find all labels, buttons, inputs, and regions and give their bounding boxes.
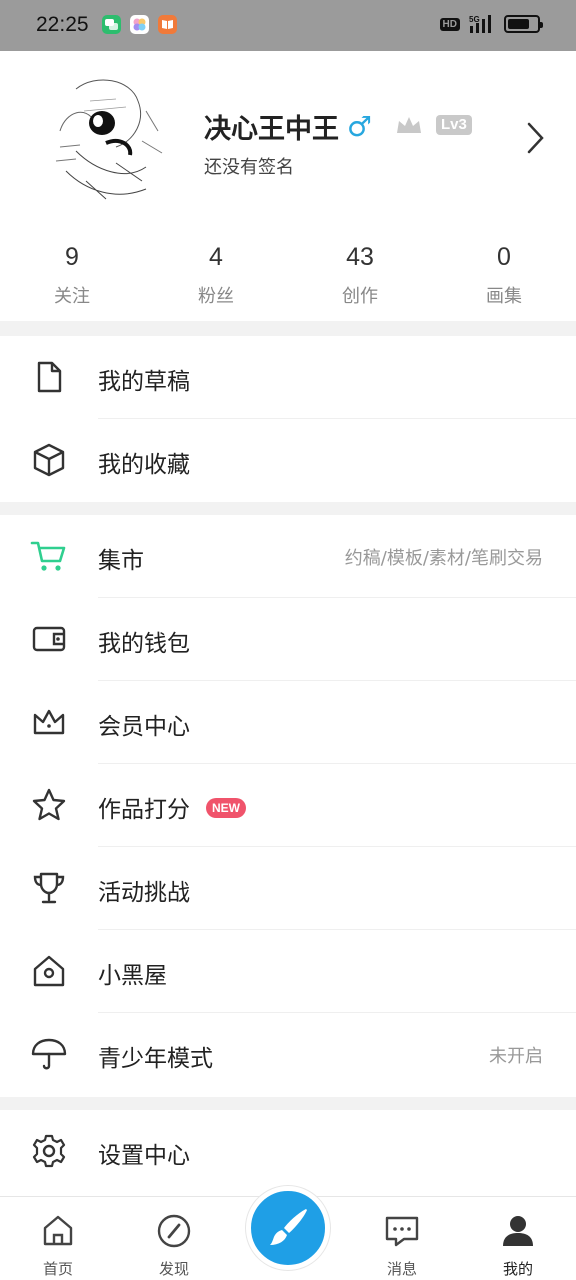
menu-label: 集市 bbox=[98, 548, 144, 574]
tab-label: 发现 bbox=[158, 1260, 189, 1278]
signature: 还没有签名 bbox=[204, 157, 294, 178]
status-right-group: HD 5G bbox=[439, 14, 543, 34]
menu-item-wallet[interactable]: 我的钱包 bbox=[0, 598, 576, 681]
avatar[interactable] bbox=[46, 71, 166, 207]
chat-app-icon bbox=[102, 15, 121, 34]
stat-value: 4 bbox=[209, 243, 223, 271]
stat-following[interactable]: 9 关注 bbox=[0, 243, 144, 308]
message-icon bbox=[385, 1216, 419, 1247]
user-icon bbox=[503, 1216, 533, 1246]
stat-value: 9 bbox=[65, 243, 79, 271]
profile-card[interactable]: 决心王中王 ♂ Lv3 还没有签名 9 关注 4 粉丝 43 创作 0 画集 bbox=[0, 51, 576, 321]
status-time: 22:25 bbox=[36, 13, 89, 36]
menu-label: 作品打分 bbox=[98, 797, 190, 823]
stat-works[interactable]: 43 创作 bbox=[288, 243, 432, 308]
menu-item-favorites[interactable]: 我的收藏 bbox=[0, 419, 576, 502]
stat-label: 画集 bbox=[486, 286, 522, 307]
menu-label: 青少年模式 bbox=[98, 1046, 213, 1072]
menu-item-membership[interactable]: 会员中心 bbox=[0, 681, 576, 764]
menu-item-challenges[interactable]: 活动挑战 bbox=[0, 847, 576, 930]
tab-home[interactable]: 首页 bbox=[18, 1213, 98, 1279]
tab-discover[interactable]: 发现 bbox=[134, 1213, 214, 1279]
menu-group-settings: 设置中心 bbox=[0, 1110, 576, 1196]
menu-item-market[interactable]: 集市 约稿/模板/素材/笔刷交易 bbox=[0, 515, 576, 598]
network-label: 5G bbox=[469, 15, 480, 24]
tab-messages[interactable]: 消息 bbox=[362, 1213, 442, 1279]
gear-icon bbox=[32, 1134, 66, 1168]
tab-me[interactable]: 我的 bbox=[478, 1213, 558, 1279]
username: 决心王中王 ♂ bbox=[204, 107, 372, 146]
brush-icon bbox=[270, 1209, 307, 1245]
home-icon bbox=[43, 1215, 73, 1246]
stat-value: 43 bbox=[346, 243, 374, 271]
status-bar: 22:25 HD 5G bbox=[0, 0, 576, 51]
menu-item-settings[interactable]: 设置中心 bbox=[0, 1110, 576, 1193]
hd-indicator: HD bbox=[439, 17, 460, 31]
username-text: 决心王中王 bbox=[204, 114, 339, 145]
new-badge: NEW bbox=[206, 798, 246, 818]
menu-group-drafts: 我的草稿 我的收藏 bbox=[0, 336, 576, 502]
create-fab-button[interactable] bbox=[246, 1186, 330, 1270]
menu-label: 小黑屋 bbox=[98, 963, 167, 989]
tab-label: 消息 bbox=[386, 1260, 417, 1278]
reader-app-icon bbox=[158, 15, 177, 34]
gallery-app-icon bbox=[130, 15, 149, 34]
stat-albums[interactable]: 0 画集 bbox=[432, 243, 576, 308]
menu-label: 我的钱包 bbox=[98, 631, 190, 657]
menu-label: 会员中心 bbox=[98, 714, 190, 740]
stat-label: 粉丝 bbox=[198, 286, 234, 307]
crown-icon bbox=[33, 709, 65, 735]
menu-group-main: 集市 约稿/模板/素材/笔刷交易 我的钱包 会员中心 作品打分 NEW 活动挑战… bbox=[0, 515, 576, 1097]
menu-label: 活动挑战 bbox=[98, 880, 190, 906]
market-hint: 约稿/模板/素材/笔刷交易 bbox=[344, 548, 543, 569]
cart-icon bbox=[30, 541, 66, 571]
chevron-right-icon[interactable] bbox=[526, 121, 546, 155]
vip-crown-icon bbox=[397, 117, 421, 133]
stat-label: 关注 bbox=[54, 286, 90, 307]
stats-row: 9 关注 4 粉丝 43 创作 0 画集 bbox=[0, 243, 576, 308]
tab-label: 我的 bbox=[502, 1260, 533, 1278]
level-badge: Lv3 bbox=[436, 115, 472, 135]
house-icon bbox=[33, 955, 65, 987]
wallet-icon bbox=[32, 626, 66, 652]
trophy-icon bbox=[33, 872, 65, 904]
menu-item-rating[interactable]: 作品打分 NEW bbox=[0, 764, 576, 847]
menu-label: 我的草稿 bbox=[98, 369, 190, 395]
signal-5g-icon: 5G bbox=[469, 15, 491, 33]
menu-item-blackroom[interactable]: 小黑屋 bbox=[0, 930, 576, 1013]
file-icon bbox=[37, 361, 62, 393]
battery-fill bbox=[508, 19, 529, 29]
compass-icon bbox=[157, 1214, 191, 1248]
umbrella-icon bbox=[31, 1038, 67, 1070]
menu-item-drafts[interactable]: 我的草稿 bbox=[0, 336, 576, 419]
stat-value: 0 bbox=[497, 243, 511, 271]
teen-mode-status: 未开启 bbox=[489, 1046, 543, 1067]
male-gender-icon: ♂ bbox=[347, 110, 373, 143]
battery-icon bbox=[504, 15, 543, 33]
menu-item-teen-mode[interactable]: 青少年模式 未开启 bbox=[0, 1013, 576, 1096]
star-icon bbox=[32, 788, 66, 821]
stat-followers[interactable]: 4 粉丝 bbox=[144, 243, 288, 308]
stat-label: 创作 bbox=[342, 286, 378, 307]
box-icon bbox=[33, 443, 65, 477]
menu-label: 我的收藏 bbox=[98, 452, 190, 478]
menu-label: 设置中心 bbox=[98, 1143, 190, 1169]
tab-label: 首页 bbox=[42, 1260, 73, 1278]
